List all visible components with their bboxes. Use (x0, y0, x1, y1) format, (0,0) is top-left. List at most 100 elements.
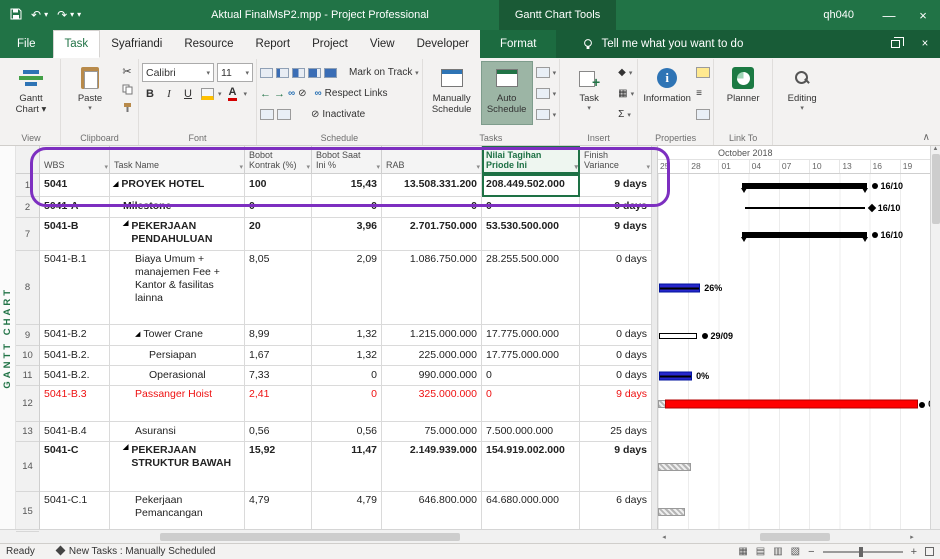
row-id[interactable]: 2 (16, 197, 39, 218)
tab-syafriandi[interactable]: Syafriandi (100, 30, 173, 58)
bobot-saat-cell[interactable]: 4,79 (312, 492, 382, 529)
gantt-row[interactable]: 0% (658, 386, 930, 422)
save-icon[interactable] (10, 8, 22, 22)
gantt-row[interactable]: 26% (658, 251, 930, 325)
status-task-usage-view-icon[interactable]: ▤ (756, 546, 765, 557)
zoom-slider-thumb[interactable] (858, 546, 863, 557)
finish-variance-cell[interactable]: 9 days (580, 386, 652, 422)
row-id[interactable]: 14 (16, 442, 39, 492)
tell-me-box[interactable]: Tell me what you want to do (582, 30, 743, 58)
filter-dropdown-icon[interactable]: ▾ (646, 164, 650, 172)
gantt-bar-mline[interactable] (745, 206, 865, 209)
wbs-cell[interactable]: 5041-C (40, 442, 110, 492)
row-id[interactable]: 7 (16, 218, 39, 251)
rab-cell[interactable]: 646.800.000 (382, 492, 482, 529)
bobot-kontrak-cell[interactable]: 15,92 (245, 442, 312, 492)
wbs-cell[interactable]: 5041-A (40, 197, 110, 218)
task-name-cell[interactable]: ◢ PEKERJAAN STRUKTUR BAWAH (110, 442, 245, 492)
wbs-cell[interactable]: 5041 (40, 174, 110, 197)
inactivate-button[interactable]: Inactivate (322, 109, 365, 120)
bobot-saat-cell[interactable]: 0 (312, 386, 382, 422)
inspect-task-icon[interactable] (535, 67, 550, 78)
rab-cell[interactable]: 2.149.939.000 (382, 442, 482, 492)
gantt-row[interactable]: 16/10 (658, 174, 930, 197)
details-icon[interactable]: ≡ (696, 88, 702, 99)
auto-schedule-button[interactable]: Auto Schedule (480, 61, 533, 125)
vertical-scroll-thumb[interactable] (931, 154, 940, 224)
rab-cell[interactable]: 1.086.750.000 (382, 251, 482, 325)
bobot-saat-cell[interactable]: 15,43 (312, 174, 382, 197)
task-name-cell[interactable]: ◢ PEKERJAAN PENDAHULUAN (110, 218, 245, 251)
zoom-in-icon[interactable]: + (911, 546, 917, 558)
copy-icon[interactable] (119, 81, 135, 97)
gantt-row[interactable] (658, 442, 930, 492)
wbs-cell[interactable]: 5041-B.2. (40, 346, 110, 366)
close-button[interactable]: × (906, 0, 940, 30)
new-tasks-mode[interactable]: New Tasks : Manually Scheduled (55, 545, 215, 557)
bobot-kontrak-cell[interactable]: 8,05 (245, 251, 312, 325)
zoom-slider[interactable] (822, 546, 903, 557)
wbs-cell[interactable]: 5041-B.2 (40, 325, 110, 346)
row-id[interactable]: 12 (16, 386, 39, 422)
nilai-tagihan-cell[interactable]: 154.919.002.000 (482, 442, 580, 492)
rab-cell[interactable]: 13.508.331.200 (382, 174, 482, 197)
italic-button[interactable]: I (161, 86, 177, 102)
task-name-cell[interactable]: Pekerjaan Pemancangan (110, 492, 245, 529)
bobot-saat-cell[interactable]: 1,32 (312, 346, 382, 366)
task-mode-icon[interactable] (535, 109, 550, 120)
filter-dropdown-icon[interactable]: ▾ (574, 164, 578, 172)
nilai-tagihan-cell[interactable]: 0 (482, 386, 580, 422)
underline-button[interactable]: U (180, 86, 196, 102)
editing-button[interactable]: Editing ▾ (776, 61, 828, 125)
rab-cell[interactable]: 0 (382, 197, 482, 218)
table-scroll-thumb[interactable] (160, 532, 460, 541)
header-finish-variance[interactable]: Finish Variance ▾ (580, 146, 652, 174)
respect-links-button[interactable]: Respect Links (325, 88, 388, 99)
finish-variance-cell[interactable]: 0 days (580, 346, 652, 366)
gantt-row[interactable] (658, 346, 930, 366)
tab-view[interactable]: View (359, 30, 406, 58)
tab-file[interactable]: File (0, 30, 53, 58)
nilai-tagihan-cell[interactable]: 208.449.502.000 (482, 174, 580, 197)
bobot-saat-cell[interactable]: 2,09 (312, 251, 382, 325)
nilai-tagihan-cell[interactable]: 7.500.000.000 (482, 422, 580, 442)
font-family-select[interactable]: Calibri ▾ (142, 63, 214, 82)
finish-variance-cell[interactable]: 25 days (580, 422, 652, 442)
gantt-bar-summary[interactable] (741, 182, 869, 193)
tab-resource[interactable]: Resource (173, 30, 244, 58)
restore-window-icon[interactable] (880, 30, 910, 58)
rab-cell[interactable]: 225.000.000 (382, 346, 482, 366)
nilai-tagihan-cell[interactable]: 17.775.000.000 (482, 325, 580, 346)
bobot-saat-cell[interactable]: 0 (312, 197, 382, 218)
nilai-tagihan-cell[interactable]: 17.775.000.000 (482, 346, 580, 366)
minimize-button[interactable]: — (872, 0, 906, 30)
fit-to-screen-icon[interactable] (925, 547, 934, 556)
collapse-ribbon-icon[interactable]: ∧ (915, 130, 938, 145)
bobot-saat-cell[interactable]: 1,32 (312, 325, 382, 346)
header-bobot-kontrak[interactable]: Bobot Kontrak (%) ▾ (245, 146, 312, 174)
background-color-dropdown-icon[interactable]: ▾ (218, 90, 222, 98)
nilai-tagihan-cell[interactable]: 0 (482, 366, 580, 386)
percent-complete-50-icon[interactable] (292, 67, 305, 78)
finish-variance-cell[interactable]: 9 days (580, 218, 652, 251)
nilai-tagihan-cell[interactable]: 53.530.500.000 (482, 218, 580, 251)
mark-on-track-button[interactable]: Mark on Track ▾ (349, 67, 419, 78)
percent-complete-25-icon[interactable] (276, 67, 289, 78)
planner-button[interactable]: Planner (717, 61, 769, 125)
collapse-triangle-icon[interactable]: ◢ (123, 220, 128, 229)
percent-complete-0-icon[interactable] (260, 67, 273, 78)
table-row[interactable]: 5041-B.2. Persiapan 1,67 1,32 225.000.00… (40, 346, 652, 366)
header-rab[interactable]: RAB ▾ (382, 146, 482, 174)
gantt-scroll-right-icon[interactable]: ▸ (906, 533, 918, 541)
scroll-to-task-icon[interactable] (277, 109, 291, 120)
nilai-tagihan-cell[interactable]: 0 (482, 197, 580, 218)
bobot-kontrak-cell[interactable]: 0 (245, 197, 312, 218)
table-row[interactable]: 5041-A Milestone 0 0 0 0 0 days (40, 197, 652, 218)
rab-cell[interactable]: 325.000.000 (382, 386, 482, 422)
gantt-row[interactable]: 16/10 (658, 197, 930, 218)
gantt-row[interactable] (658, 422, 930, 442)
table-horizontal-scrollbar[interactable] (40, 531, 652, 542)
gantt-bar-progress[interactable] (659, 283, 701, 293)
row-id[interactable]: 13 (16, 422, 39, 442)
table-row[interactable]: 5041-B.2. Operasional 7,33 0 990.000.000… (40, 366, 652, 386)
